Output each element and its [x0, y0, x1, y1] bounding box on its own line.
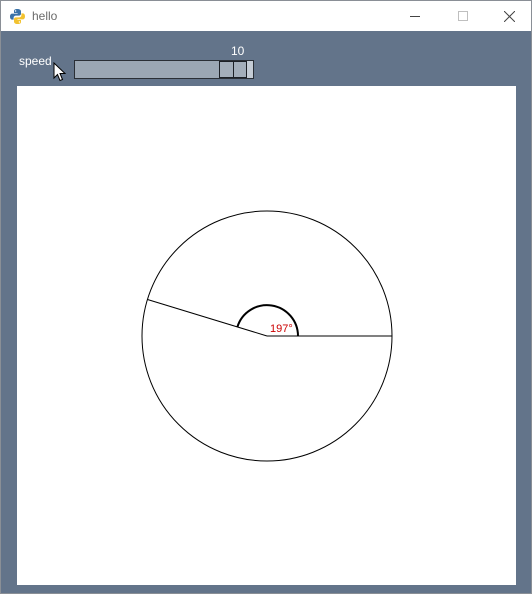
window-title: hello	[32, 9, 58, 23]
maximize-icon	[458, 11, 468, 21]
speed-slider[interactable]	[74, 60, 254, 79]
app-window: hello speed 10 197°	[0, 0, 532, 594]
speed-label: speed	[19, 54, 52, 68]
mouse-cursor-icon	[53, 62, 67, 82]
close-icon	[503, 10, 515, 22]
angle-label: 197°	[270, 323, 293, 335]
minimize-button[interactable]	[393, 1, 437, 31]
python-logo-icon	[10, 9, 25, 24]
angle-line	[147, 299, 268, 337]
drawing-canvas[interactable]: 197°	[17, 86, 516, 585]
title-bar[interactable]: hello	[1, 1, 531, 31]
minimize-icon	[410, 16, 420, 17]
close-button[interactable]	[487, 1, 531, 31]
maximize-button[interactable]	[441, 1, 485, 31]
slider-thumb[interactable]	[219, 61, 247, 78]
speed-value: 10	[231, 44, 245, 58]
slider-fill	[75, 61, 219, 78]
